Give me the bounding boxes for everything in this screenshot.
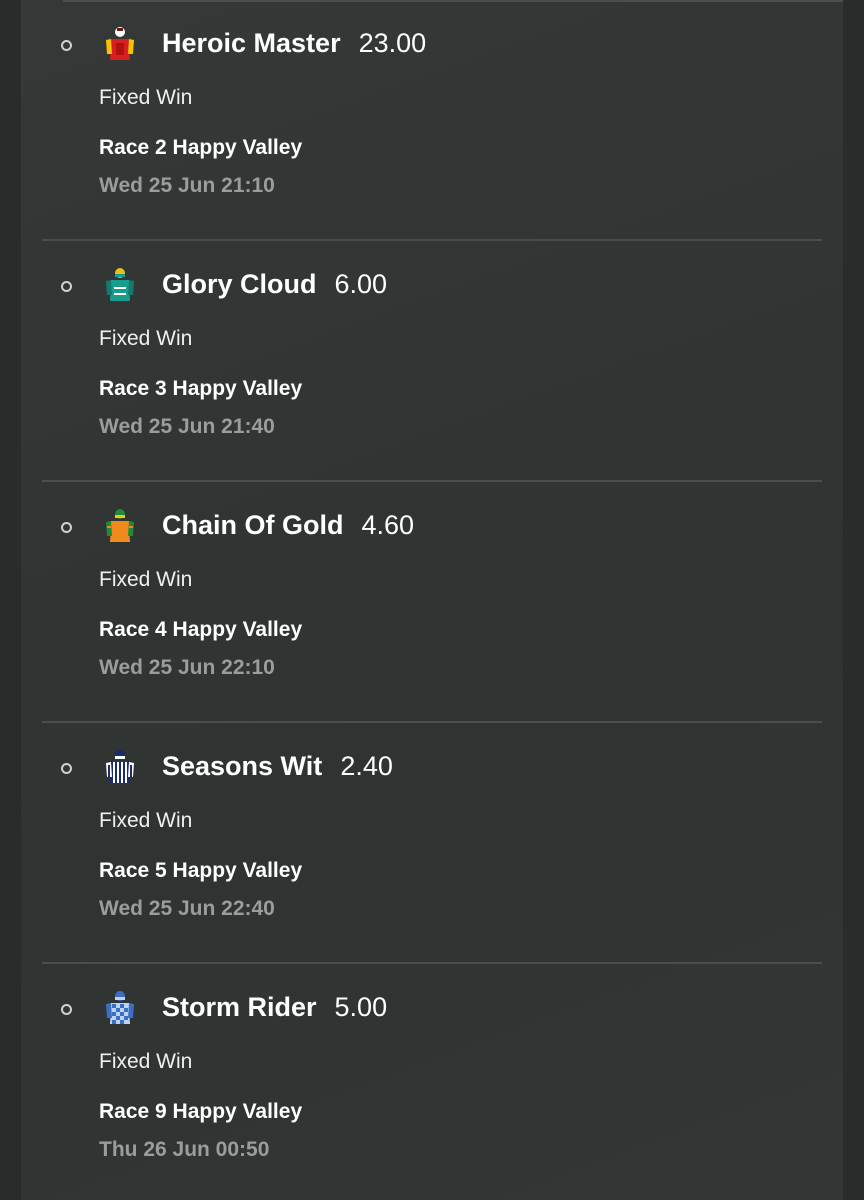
runner-name: Seasons Wit <box>162 751 323 781</box>
select-radio[interactable] <box>61 763 72 774</box>
select-radio[interactable] <box>61 522 72 533</box>
runner-name: Storm Rider <box>162 992 317 1022</box>
select-radio[interactable] <box>61 40 72 51</box>
bet-item-seasons-wit[interactable]: Seasons Wit 2.40 Fixed Win Race 5 Happy V… <box>21 723 843 964</box>
bet-item-heroic-master[interactable]: Heroic Master 23.00 Fixed Win Race 2 Happ… <box>21 0 843 241</box>
bet-type: Fixed Win <box>99 86 193 109</box>
runner-line: Heroic Master 23.00 <box>162 28 426 59</box>
odds-value: 2.40 <box>340 751 393 781</box>
jockey-silk-blue-check-icon <box>106 991 134 1024</box>
bet-type: Fixed Win <box>99 1050 193 1073</box>
race-time: Wed 25 Jun 22:10 <box>99 656 275 679</box>
runner-line: Storm Rider 5.00 <box>162 992 387 1023</box>
race-name: Race 3 Happy Valley <box>99 377 303 400</box>
bet-list-panel: Heroic Master 23.00 Fixed Win Race 2 Happ… <box>21 0 843 1200</box>
runner-name: Glory Cloud <box>162 269 317 299</box>
race-time: Wed 25 Jun 21:10 <box>99 174 275 197</box>
bet-item-chain-of-gold[interactable]: Chain Of Gold 4.60 Fixed Win Race 4 Happy… <box>21 482 843 723</box>
select-radio[interactable] <box>61 281 72 292</box>
runner-name: Heroic Master <box>162 28 341 58</box>
race-name: Race 9 Happy Valley <box>99 1100 303 1123</box>
select-radio[interactable] <box>61 1004 72 1015</box>
odds-value: 6.00 <box>334 269 388 299</box>
jockey-silk-orange-green-icon <box>106 509 134 542</box>
bet-item-glory-cloud[interactable]: Glory Cloud 6.00 Fixed Win Race 3 Happy V… <box>21 241 843 482</box>
odds-value: 4.60 <box>361 510 415 540</box>
jockey-silk-red-yellow-icon <box>106 27 134 60</box>
race-name: Race 5 Happy Valley <box>99 859 303 882</box>
race-time: Thu 26 Jun 00:50 <box>99 1138 270 1161</box>
odds-value: 23.00 <box>358 28 427 58</box>
race-time: Wed 25 Jun 21:40 <box>99 415 275 438</box>
race-name: Race 2 Happy Valley <box>99 136 303 159</box>
race-name: Race 4 Happy Valley <box>99 618 303 641</box>
bet-item-storm-rider[interactable]: Storm Rider 5.00 Fixed Win Race 9 Happy V… <box>21 964 843 1200</box>
runner-line: Chain Of Gold 4.60 <box>162 510 414 541</box>
jockey-silk-navy-stripes-icon <box>106 750 134 783</box>
runner-line: Glory Cloud 6.00 <box>162 269 387 300</box>
race-time: Wed 25 Jun 22:40 <box>99 897 275 920</box>
runner-line: Seasons Wit 2.40 <box>162 751 393 782</box>
bet-type: Fixed Win <box>99 809 193 832</box>
page: Heroic Master 23.00 Fixed Win Race 2 Happ… <box>0 0 864 1200</box>
odds-value: 5.00 <box>334 992 388 1022</box>
bet-type: Fixed Win <box>99 568 193 591</box>
runner-name: Chain Of Gold <box>162 510 344 540</box>
bet-type: Fixed Win <box>99 327 193 350</box>
jockey-silk-teal-icon <box>106 268 134 301</box>
